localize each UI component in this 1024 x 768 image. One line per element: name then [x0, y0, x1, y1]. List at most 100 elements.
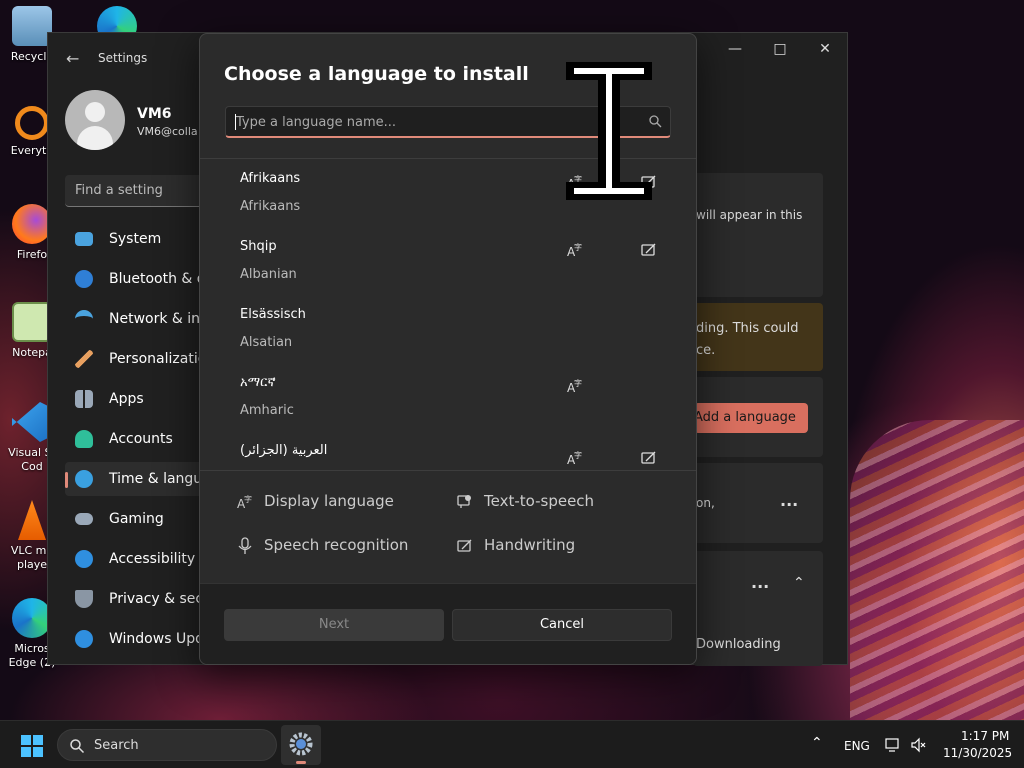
handwriting-icon: [641, 451, 656, 464]
display-language-icon: A字: [567, 242, 582, 259]
network-icon[interactable]: [885, 737, 901, 753]
recycle-bin-icon: [12, 6, 52, 46]
notepad-icon: [12, 302, 52, 342]
language-list[interactable]: Afrikaans Afrikaans A字 Shqip Albanian A字…: [200, 159, 696, 470]
brush-icon: [75, 350, 93, 368]
sidebar-item-label: Windows Upda: [109, 631, 213, 647]
everything-search-icon: [15, 106, 49, 140]
svg-text:字: 字: [244, 494, 252, 504]
text-caret: [235, 114, 236, 130]
wallpaper-swirl: [850, 420, 1024, 720]
sidebar-item-label: Time & langua: [109, 471, 211, 487]
sidebar-item-label: Accounts: [109, 431, 173, 447]
sidebar-item-accounts[interactable]: Accounts: [65, 422, 215, 456]
monitor-icon: [75, 232, 93, 246]
more-options-icon[interactable]: ...: [780, 491, 798, 510]
dialog-footer: Next Cancel: [200, 583, 696, 664]
volume-muted-icon[interactable]: [910, 737, 926, 753]
maximize-icon[interactable]: □: [760, 41, 800, 57]
handwriting-icon: [457, 539, 472, 552]
avatar[interactable]: [65, 90, 125, 150]
firefox-icon: [12, 204, 52, 244]
taskbar: Search ⌃ ENG 1:17 PM 11/30/2025: [0, 720, 1024, 768]
sidebar-item-time-language[interactable]: Time & langua: [65, 462, 215, 496]
sidebar-item-privacy[interactable]: Privacy & secu: [65, 582, 215, 616]
sidebar-item-system[interactable]: System: [65, 222, 215, 256]
vlc-cone-icon: [18, 500, 46, 540]
svg-text:字: 字: [574, 378, 582, 388]
find-setting-input[interactable]: Find a setting: [65, 175, 215, 207]
language-english-name: Amharic: [240, 403, 294, 418]
clock-date[interactable]: 11/30/2025: [943, 746, 1012, 760]
card-description: will appear in this: [696, 208, 803, 222]
sidebar-item-bluetooth[interactable]: Bluetooth & de: [65, 262, 215, 296]
svg-text:字: 字: [574, 242, 582, 252]
language-english-name: Albanian: [240, 267, 297, 282]
dialog-title: Choose a language to install: [224, 63, 529, 85]
list-item[interactable]: Elsässisch Alsatian: [200, 295, 696, 363]
sidebar-item-network[interactable]: Network & inte: [65, 302, 215, 336]
person-icon: [75, 430, 93, 448]
sidebar-item-accessibility[interactable]: Accessibility: [65, 542, 215, 576]
text-cursor-icon: [566, 62, 652, 200]
language-native-name: Elsässisch: [240, 307, 306, 322]
legend-label: Handwriting: [484, 536, 576, 554]
wifi-icon: [75, 310, 93, 328]
windows-start-icon[interactable]: [20, 734, 44, 758]
microphone-icon: [238, 537, 252, 554]
chevron-up-icon[interactable]: ⌃: [811, 735, 823, 751]
sidebar-item-windows-update[interactable]: Windows Upda: [65, 622, 215, 656]
user-name: VM6: [137, 106, 172, 122]
preferred-languages-card: [693, 173, 823, 297]
minimize-icon[interactable]: —: [715, 41, 755, 57]
update-icon: [75, 630, 93, 648]
apps-grid-icon: [75, 390, 93, 408]
sidebar-item-label: Gaming: [109, 511, 164, 527]
cancel-button[interactable]: Cancel: [452, 609, 672, 641]
language-indicator[interactable]: ENG: [844, 739, 870, 753]
handwriting-icon: [641, 243, 656, 256]
language-native-name: العربية (الجزائر): [240, 443, 328, 458]
close-icon[interactable]: ✕: [805, 41, 845, 57]
list-item[interactable]: አማርኛ Amharic A字: [200, 363, 696, 431]
globe-clock-icon: [75, 470, 93, 488]
next-button[interactable]: Next: [224, 609, 444, 641]
text-to-speech-icon: [457, 495, 471, 508]
back-arrow-icon[interactable]: ←: [66, 49, 79, 68]
display-language-icon: A字: [237, 494, 252, 511]
language-native-name: አማርኛ: [240, 375, 276, 390]
downloading-status: Downloading: [696, 637, 781, 652]
sidebar-item-gaming[interactable]: Gaming: [65, 502, 215, 536]
clock-time[interactable]: 1:17 PM: [961, 729, 1009, 743]
edge-icon: [12, 598, 52, 638]
sidebar-item-personalization[interactable]: Personalization: [65, 342, 215, 376]
accessibility-icon: [75, 550, 93, 568]
list-item[interactable]: Shqip Albanian A字: [200, 227, 696, 295]
language-english-name: Afrikaans: [240, 199, 301, 214]
chevron-up-icon[interactable]: ⌃: [793, 575, 805, 591]
taskbar-settings-app[interactable]: [281, 725, 321, 765]
sidebar-item-label: System: [109, 231, 162, 247]
language-native-name: Shqip: [240, 239, 277, 254]
list-item[interactable]: العربية (الجزائر) A字: [200, 431, 696, 470]
sidebar-item-label: Apps: [109, 391, 144, 407]
gear-icon: [289, 732, 313, 756]
vscode-icon: [12, 402, 52, 442]
warning-text: ce.: [696, 343, 716, 358]
search-icon: [70, 739, 85, 754]
language-english-name: Alsatian: [240, 335, 293, 350]
sidebar-item-apps[interactable]: Apps: [65, 382, 215, 416]
more-options-icon[interactable]: ...: [751, 573, 769, 592]
display-language-icon: A字: [567, 450, 582, 467]
display-language-icon: A字: [567, 378, 582, 395]
legend-label: Text-to-speech: [484, 492, 595, 510]
user-email: VM6@colla: [137, 125, 198, 138]
card-description: on,: [696, 496, 715, 510]
svg-text:字: 字: [574, 450, 582, 460]
taskbar-search[interactable]: Search: [57, 729, 277, 761]
taskbar-search-label: Search: [94, 738, 139, 753]
shield-icon: [75, 590, 93, 608]
add-language-button[interactable]: Add a language: [694, 403, 808, 433]
list-bottom-divider: [200, 470, 696, 471]
sidebar-item-label: Accessibility: [109, 551, 196, 567]
